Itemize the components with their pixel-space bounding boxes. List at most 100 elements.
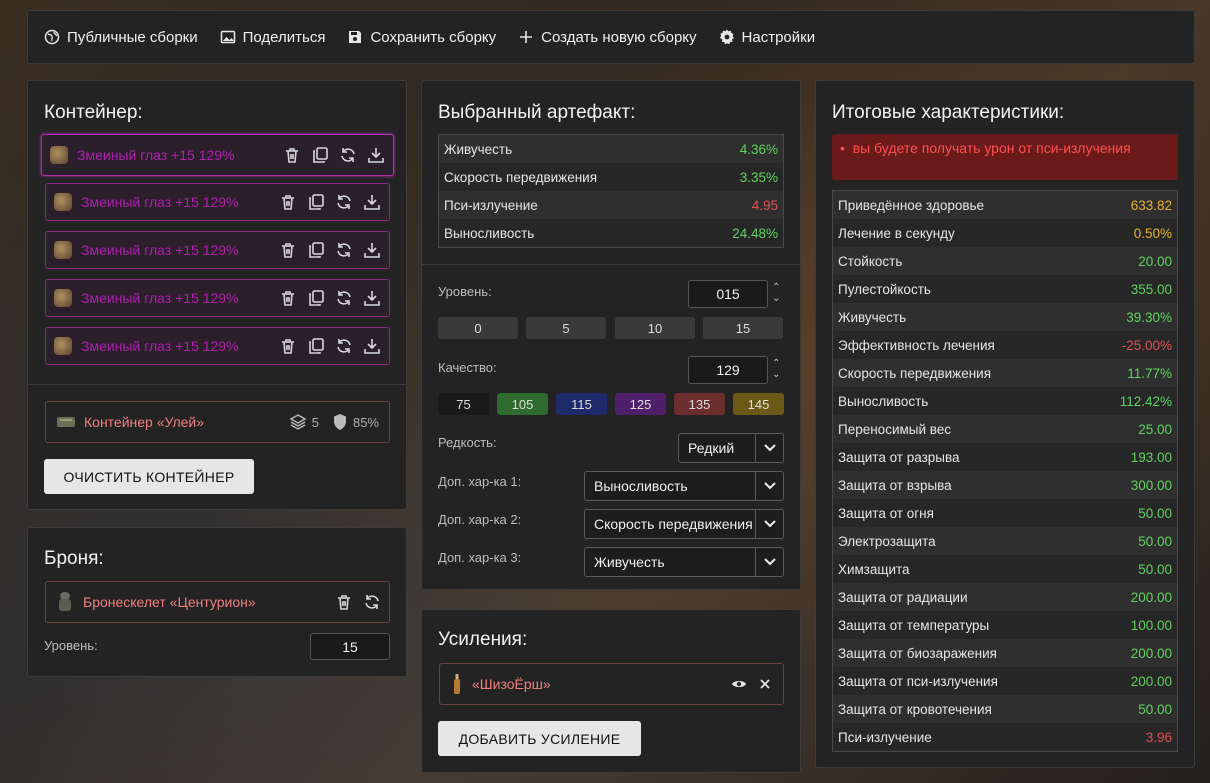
level-preset-button[interactable]: 5: [526, 317, 606, 339]
chevron-down-icon[interactable]: ⌄: [772, 369, 780, 380]
level-preset-button[interactable]: 15: [703, 317, 783, 339]
stat-row: Защита от биозаражения 200.00: [833, 639, 1177, 667]
stat-row: Защита от радиации 200.00: [833, 583, 1177, 611]
stat-name: Пси-излучение: [833, 723, 1085, 751]
trash-icon[interactable]: [279, 289, 297, 307]
chevron-down-icon: [755, 548, 783, 576]
copy-icon[interactable]: [307, 241, 325, 259]
artifact-slot[interactable]: Змеиный глаз +15 129%: [45, 231, 390, 269]
boosts-panel: Усиления: «ШизоЁрш» ДОБАВИТЬ УСИЛЕНИЕ: [421, 609, 801, 773]
extra3-value: Живучесть: [594, 554, 665, 570]
stat-name: Защита от биозаражения: [833, 639, 1085, 667]
level-preset-button[interactable]: 0: [438, 317, 518, 339]
add-boost-button[interactable]: ДОБАВИТЬ УСИЛЕНИЕ: [438, 721, 641, 756]
stat-name: Выносливость: [439, 219, 696, 247]
armor-level-input[interactable]: 15: [310, 633, 390, 660]
copy-icon[interactable]: [307, 337, 325, 355]
nav-share[interactable]: Поделиться: [220, 29, 325, 46]
eye-icon[interactable]: [731, 678, 747, 690]
armor-icon: [59, 592, 71, 611]
stat-row: Стойкость 20.00: [833, 247, 1177, 275]
artifact-slot[interactable]: Змеиный глаз +15 129%: [45, 327, 390, 365]
trash-icon[interactable]: [279, 193, 297, 211]
refresh-icon[interactable]: [339, 146, 357, 164]
refresh-icon[interactable]: [335, 289, 353, 307]
download-icon[interactable]: [363, 241, 381, 259]
artifact-name: Змеиный глаз +15 129%: [77, 147, 235, 163]
nav-public-builds[interactable]: Публичные сборки: [44, 29, 198, 46]
stat-name: Живучесть: [833, 303, 1085, 331]
boost-item[interactable]: «ШизоЁрш»: [439, 663, 784, 705]
quality-preset-button[interactable]: 105: [497, 393, 548, 415]
stat-name: Стойкость: [833, 247, 1085, 275]
trash-icon[interactable]: [279, 241, 297, 259]
top-navbar: Публичные сборки Поделиться Сохранить сб…: [27, 10, 1195, 64]
download-icon[interactable]: [367, 146, 385, 164]
quality-preset-button[interactable]: 125: [615, 393, 666, 415]
stat-value: 0.50%: [1084, 219, 1177, 247]
totals-stats-table: Приведённое здоровье 633.82 Лечение в секу…: [832, 190, 1178, 752]
alert-bullet: •: [840, 140, 853, 156]
artifact-icon: [54, 337, 72, 355]
stat-row: Пулестойкость 355.00: [833, 275, 1177, 303]
stat-row: Защита от разрыва 193.00: [833, 443, 1177, 471]
close-icon[interactable]: [759, 678, 771, 690]
copy-icon[interactable]: [307, 289, 325, 307]
refresh-icon[interactable]: [363, 593, 381, 611]
armor-item[interactable]: Бронескелет «Центурион»: [45, 581, 390, 623]
stat-name: Пси-излучение: [439, 191, 696, 219]
extra2-value: Скорость передвижения: [594, 516, 753, 532]
chevron-up-icon[interactable]: ⌃: [772, 358, 780, 369]
extra2-select[interactable]: Скорость передвижения: [584, 509, 784, 539]
stat-row: Защита от температуры 100.00: [833, 611, 1177, 639]
nav-save-build[interactable]: Сохранить сборку: [347, 29, 496, 46]
extra3-select[interactable]: Живучесть: [584, 547, 784, 577]
nav-label: Публичные сборки: [67, 28, 198, 46]
container-panel: Контейнер: Змеиный глаз +15 129% Змеиный…: [27, 80, 407, 510]
artifact-slot[interactable]: Змеиный глаз +15 129%: [45, 279, 390, 317]
quality-input[interactable]: 129: [688, 356, 768, 384]
extra1-select[interactable]: Выносливость: [584, 471, 784, 501]
stat-row: Живучесть 4.36%: [439, 135, 783, 163]
quality-preset-button[interactable]: 75: [438, 393, 489, 415]
nav-new-build[interactable]: Создать новую сборку: [518, 29, 697, 46]
stat-value: 50.00: [1084, 527, 1177, 555]
level-stepper[interactable]: ⌃ ⌄: [772, 282, 780, 304]
refresh-icon[interactable]: [335, 241, 353, 259]
trash-icon[interactable]: [279, 337, 297, 355]
rarity-label: Редкость:: [438, 435, 497, 450]
quality-preset-button[interactable]: 145: [733, 393, 784, 415]
rarity-select[interactable]: Редкий: [678, 433, 784, 463]
divider: [28, 384, 406, 385]
artifact-slot[interactable]: Змеиный глаз +15 129%: [45, 183, 390, 221]
extra2-label: Доп. хар-ка 2:: [438, 512, 522, 527]
refresh-icon[interactable]: [335, 337, 353, 355]
stat-value: 50.00: [1084, 555, 1177, 583]
artifact-name: Змеиный глаз +15 129%: [81, 290, 239, 306]
stat-name: Приведённое здоровье: [833, 191, 1085, 219]
boosts-title: Усиления:: [438, 629, 528, 650]
download-icon[interactable]: [363, 289, 381, 307]
clear-container-button[interactable]: ОЧИСТИТЬ КОНТЕЙНЕР: [44, 459, 254, 494]
quality-stepper[interactable]: ⌃ ⌄: [772, 358, 780, 380]
quality-preset-button[interactable]: 135: [674, 393, 725, 415]
level-input[interactable]: 015: [688, 280, 768, 308]
nav-settings[interactable]: Настройки: [719, 29, 815, 46]
copy-icon[interactable]: [307, 193, 325, 211]
chevron-down-icon[interactable]: ⌄: [772, 293, 780, 304]
artifact-name: Змеиный глаз +15 129%: [81, 194, 239, 210]
download-icon[interactable]: [363, 337, 381, 355]
download-icon[interactable]: [363, 193, 381, 211]
container-item[interactable]: Контейнер «Улей» 5 85%: [45, 401, 390, 443]
level-preset-button[interactable]: 10: [615, 317, 695, 339]
artifact-slot[interactable]: Змеиный глаз +15 129%: [41, 134, 394, 176]
copy-icon[interactable]: [311, 146, 329, 164]
chevron-up-icon[interactable]: ⌃: [772, 282, 780, 293]
stat-value: 3.35%: [695, 163, 783, 191]
layers-icon: [289, 414, 307, 430]
quality-preset-button[interactable]: 115: [556, 393, 607, 415]
trash-icon[interactable]: [335, 593, 353, 611]
refresh-icon[interactable]: [335, 193, 353, 211]
trash-icon[interactable]: [283, 146, 301, 164]
stat-value: 11.77%: [1084, 359, 1177, 387]
